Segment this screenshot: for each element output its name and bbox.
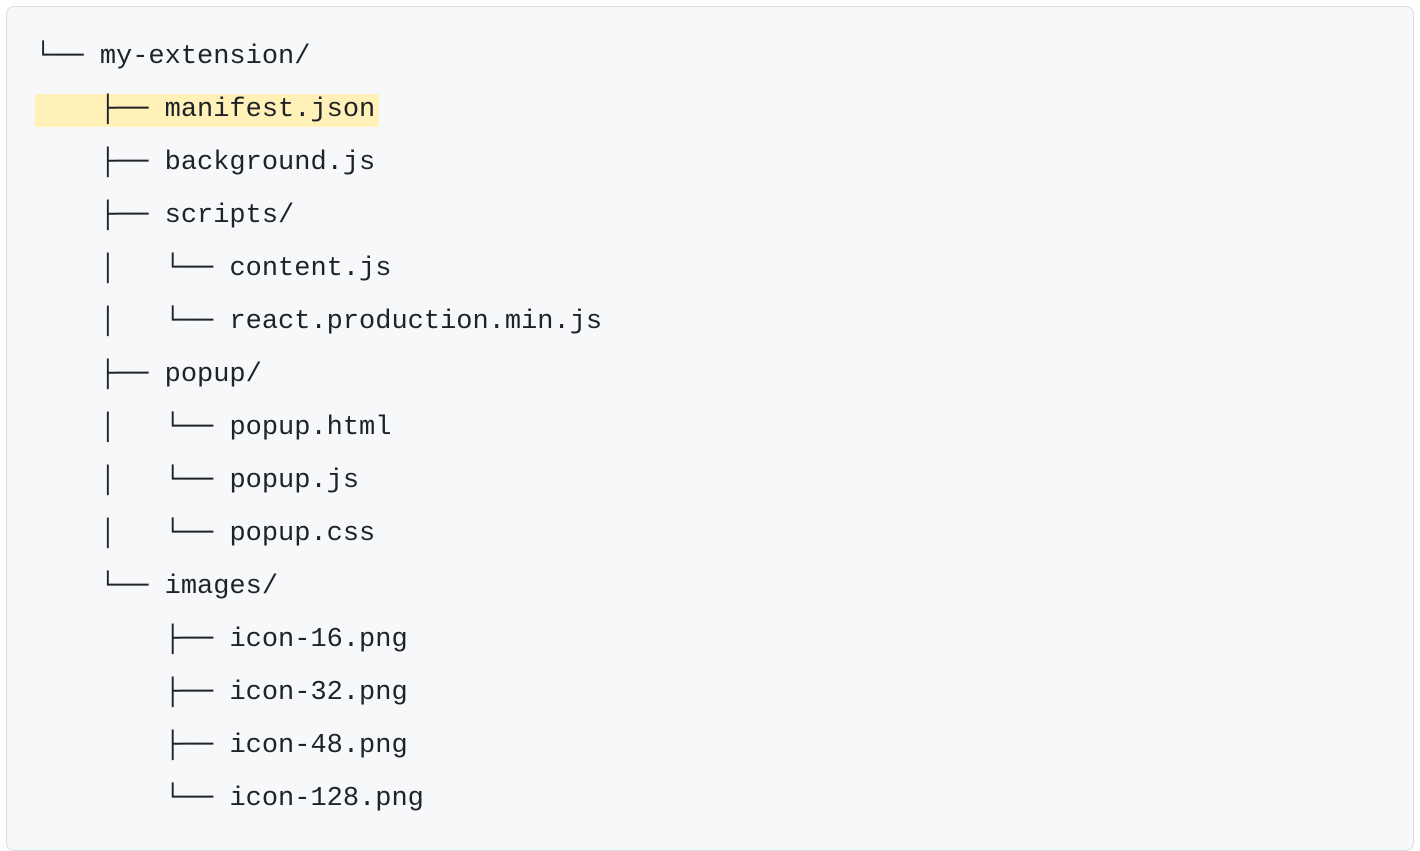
tree-line: ├── background.js [35, 137, 1413, 190]
tree-prefix: │ └── [35, 521, 229, 548]
tree-entry-name: icon-128.png [229, 786, 423, 813]
tree-line: │ └── popup.js [35, 455, 1413, 508]
tree-line: │ └── popup.css [35, 508, 1413, 561]
tree-line: │ └── react.production.min.js [35, 296, 1413, 349]
tree-entry-name: scripts/ [165, 203, 295, 230]
highlighted-entry: ├── manifest.json [35, 94, 379, 127]
tree-prefix: │ └── [35, 415, 229, 442]
tree-prefix: ├── [35, 680, 229, 707]
tree-line: └── images/ [35, 561, 1413, 614]
tree-entry-name: popup.js [229, 468, 359, 495]
tree-line: ├── icon-32.png [35, 667, 1413, 720]
tree-prefix: └── [35, 786, 229, 813]
tree-entry-name: react.production.min.js [229, 309, 602, 336]
tree-prefix: ├── [35, 733, 229, 760]
tree-entry-name: popup/ [165, 362, 262, 389]
tree-prefix: │ └── [35, 256, 229, 283]
tree-line: └── my-extension/ [35, 31, 1413, 84]
tree-line: ├── icon-16.png [35, 614, 1413, 667]
tree-prefix: ├── [35, 203, 165, 230]
tree-entry-name: content.js [229, 256, 391, 283]
tree-prefix: └── [35, 574, 165, 601]
tree-entry-name: images/ [165, 574, 278, 601]
tree-entry-name: popup.css [229, 521, 375, 548]
tree-entry-name: manifest.json [165, 95, 376, 125]
tree-entry-name: icon-16.png [229, 627, 407, 654]
tree-prefix: ├── [35, 150, 165, 177]
tree-entry-name: my-extension/ [100, 44, 311, 71]
tree-prefix: ├── [35, 362, 165, 389]
tree-prefix: │ └── [35, 309, 229, 336]
tree-line: ├── popup/ [35, 349, 1413, 402]
tree-line: │ └── popup.html [35, 402, 1413, 455]
tree-entry-name: icon-32.png [229, 680, 407, 707]
tree-line: │ └── content.js [35, 243, 1413, 296]
tree-prefix: ├── [35, 95, 165, 125]
tree-entry-name: background.js [165, 150, 376, 177]
tree-line: ├── manifest.json [35, 84, 1413, 137]
tree-line: ├── scripts/ [35, 190, 1413, 243]
tree-prefix: └── [35, 44, 100, 71]
tree-entry-name: icon-48.png [229, 733, 407, 760]
directory-tree-code-block: └── my-extension/ ├── manifest.json ├── … [6, 6, 1414, 851]
tree-entry-name: popup.html [229, 415, 391, 442]
tree-line: └── icon-128.png [35, 773, 1413, 826]
tree-prefix: ├── [35, 627, 229, 654]
tree-line: ├── icon-48.png [35, 720, 1413, 773]
tree-prefix: │ └── [35, 468, 229, 495]
